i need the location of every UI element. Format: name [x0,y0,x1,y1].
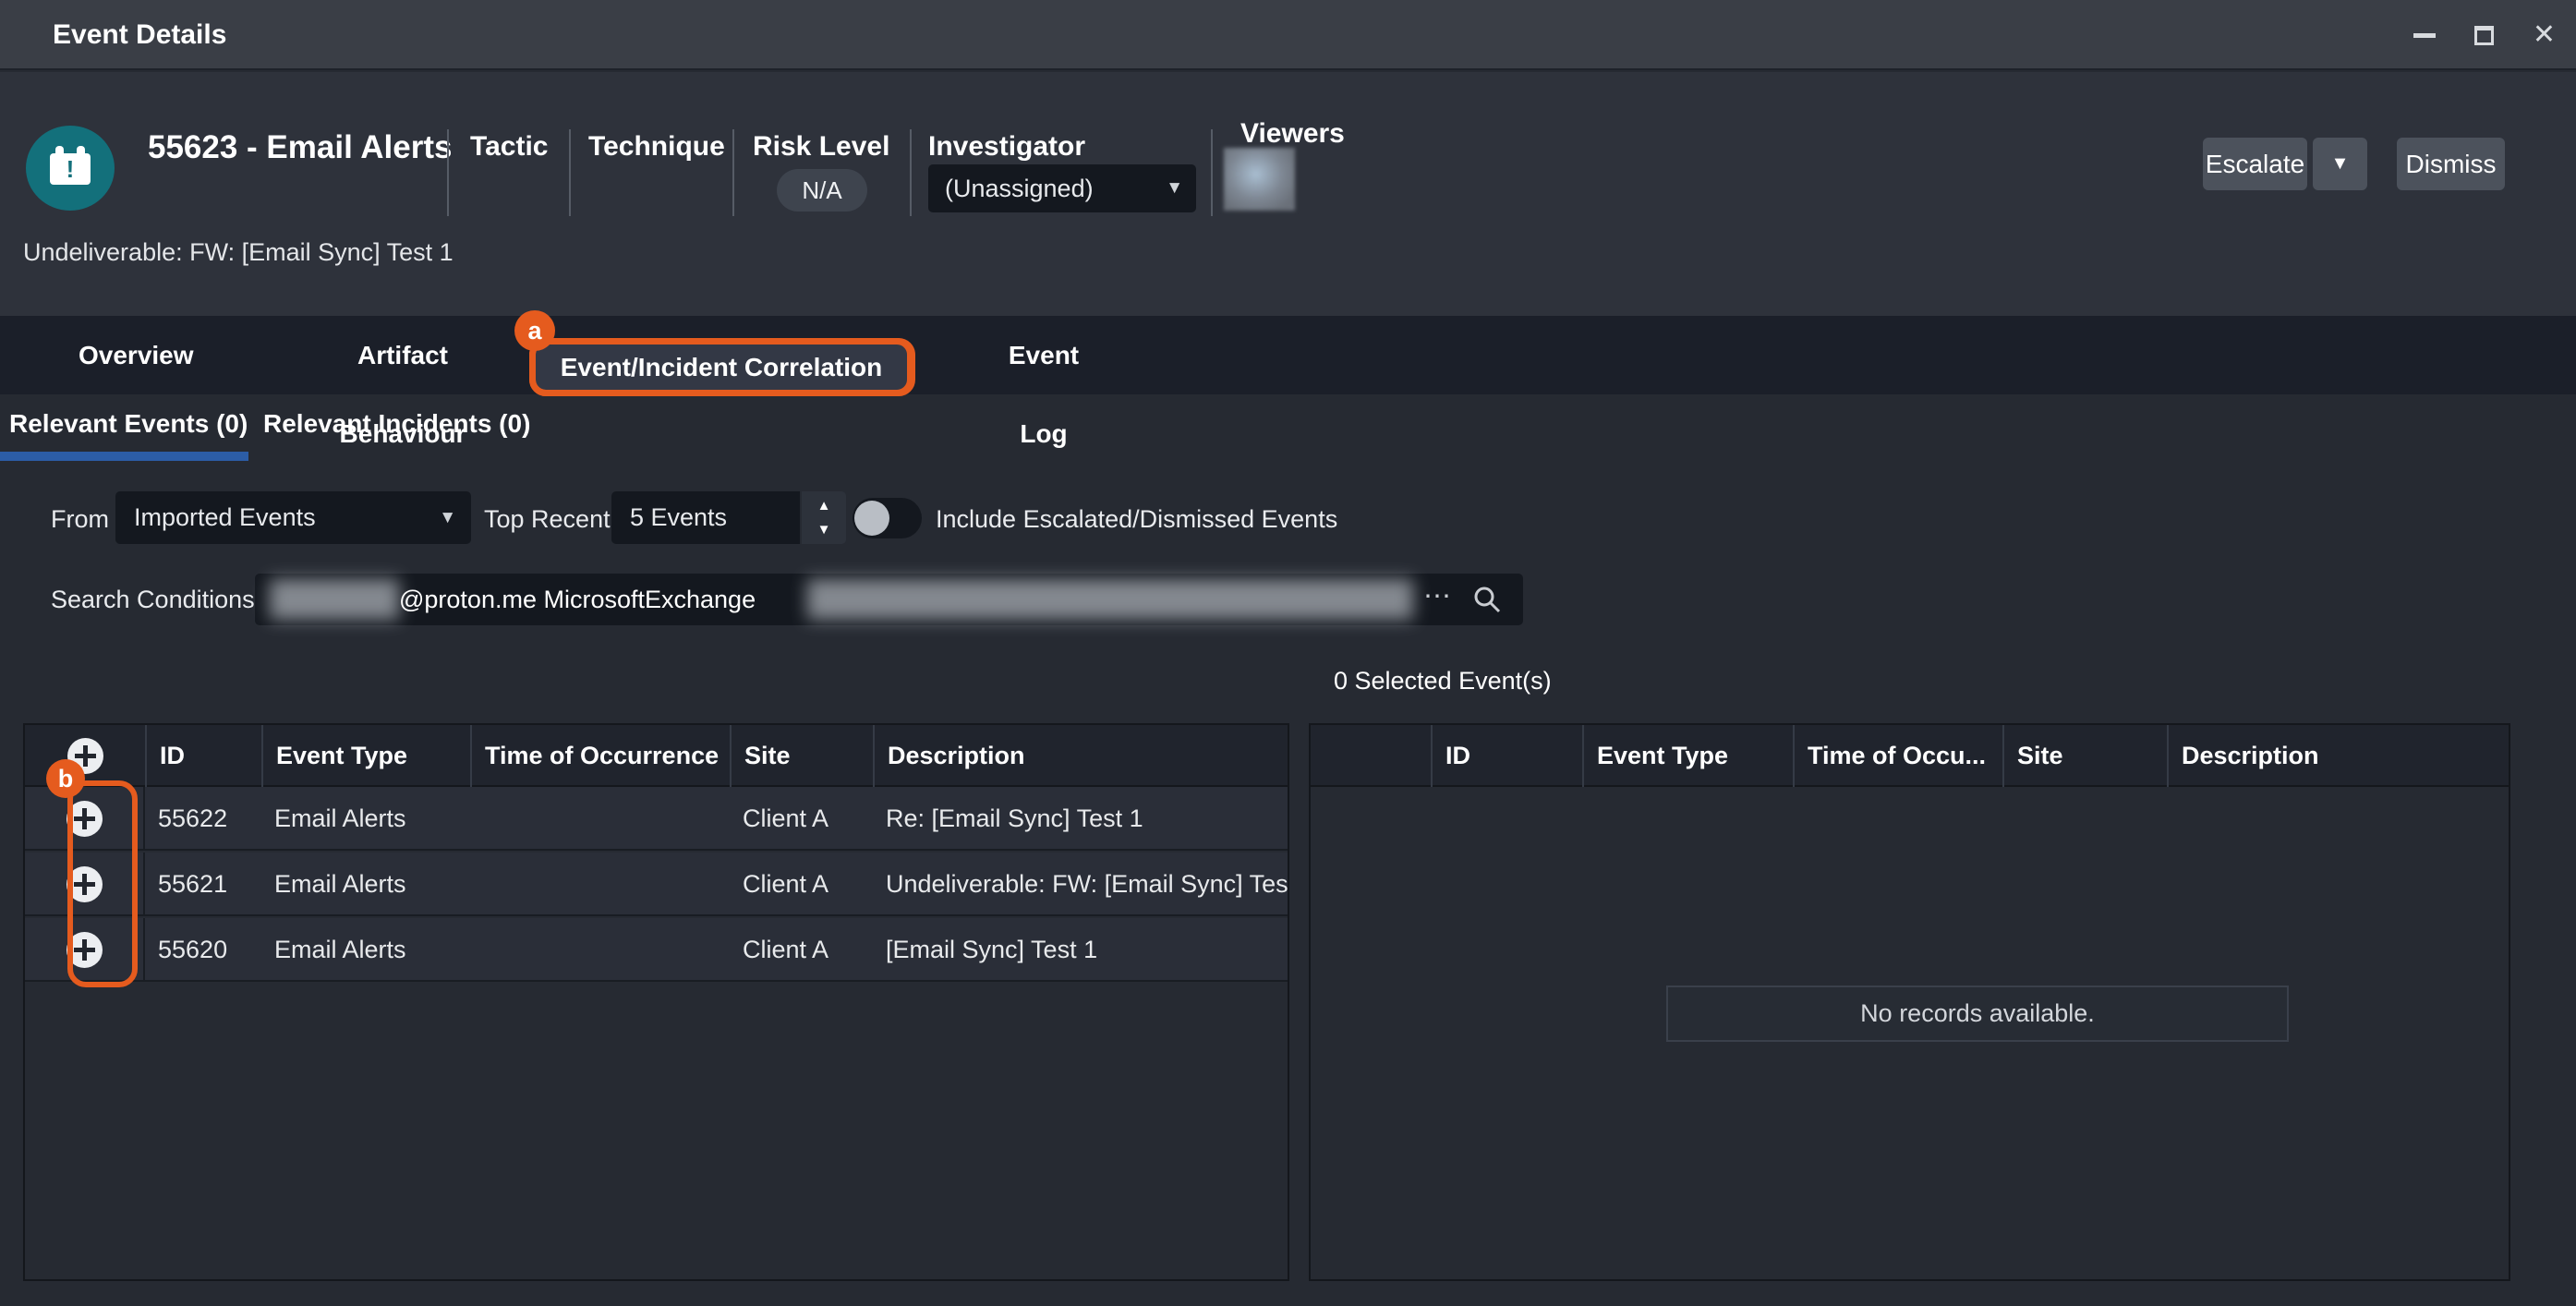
viewers-label: Viewers [1240,118,1345,150]
minimize-icon[interactable] [2413,33,2436,38]
titlebar: Event Details ✕ [0,0,2576,70]
event-header: ! 55623 - Email Alerts Tactic Technique … [0,72,2576,316]
annotation-badge-b: b [46,759,85,798]
subtab-relevant-incidents[interactable]: Relevant Incidents (0) [263,409,530,439]
chevron-down-icon: ▼ [1166,164,1183,212]
search-conditions-text: @proton.me MicrosoftExchange [399,574,756,625]
add-all-column-header[interactable] [25,725,145,787]
chevron-down-icon: ▼ [439,491,456,544]
investigator-select[interactable]: (Unassigned) ▼ [928,164,1196,212]
stepper-down-icon[interactable]: ▼ [802,522,846,538]
window-title: Event Details [53,0,226,70]
cell-event-type: Email Alerts [261,918,470,982]
cell-site: Client A [730,853,873,916]
column-header-description[interactable]: Description [2167,725,2509,787]
risk-level-label: Risk Level [753,131,889,163]
column-header-description[interactable]: Description [873,725,1288,787]
header-divider [1211,129,1213,216]
from-select-value: Imported Events [134,491,316,544]
escalate-button[interactable]: Escalate [2203,138,2307,190]
top-recent-value: 5 Events [630,491,727,544]
search-icon[interactable] [1473,586,1501,613]
cell-time [470,853,730,916]
active-subtab-underline [0,452,248,461]
column-header-site[interactable]: Site [2002,725,2167,787]
annotation-box-b [67,780,138,987]
selected-events-count: 0 Selected Event(s) [1334,667,1552,695]
search-conditions-label: Search Conditions [51,586,255,614]
column-header-time[interactable]: Time of Occu... [1793,725,2002,787]
event-title: 55623 - Email Alerts [148,129,452,166]
search-more-button[interactable]: ⋯ [1423,574,1453,620]
column-header-id[interactable]: ID [1431,725,1582,787]
technique-label: Technique [588,131,725,163]
column-header-id[interactable]: ID [145,725,261,787]
dismiss-button[interactable]: Dismiss [2397,138,2505,190]
header-divider [447,129,449,216]
redacted-text-blur [270,579,399,620]
column-header-time[interactable]: Time of Occurrence [470,725,730,787]
event-calendar-alert-icon: ! [26,126,115,211]
table-row[interactable]: 55620 Email Alerts Client A [Email Sync]… [25,918,1288,982]
cell-id: 55622 [145,787,261,851]
cell-time [470,918,730,982]
escalate-dropdown-button[interactable]: ▼ [2313,138,2367,190]
toggle-knob [854,501,889,536]
cell-description: [Email Sync] Test 1 [873,918,1288,982]
cell-site: Client A [730,787,873,851]
annotation-box-a [529,338,915,396]
from-label: From [51,505,109,534]
include-escalated-label: Include Escalated/Dismissed Events [936,505,1337,534]
selected-events-table: ID Event Type Time of Occu... Site Descr… [1309,723,2510,1281]
close-icon[interactable]: ✕ [2533,21,2556,49]
tab-artifact-behaviour[interactable]: Artifact Behaviour [299,316,506,394]
cell-event-type: Email Alerts [261,853,470,916]
relevant-events-table: ID Event Type Time of Occurrence Site De… [23,723,1289,1281]
tab-bar: Overview Artifact Behaviour Event/Incide… [0,316,2576,394]
no-records-message: No records available. [1666,986,2289,1042]
viewer-avatar [1224,148,1295,211]
top-recent-label: Top Recent [484,505,611,534]
include-escalated-toggle[interactable] [853,498,922,538]
subtab-relevant-events[interactable]: Relevant Events (0) [9,409,248,439]
maximize-icon[interactable] [2474,26,2494,45]
event-details-window: Event Details ✕ ! 55623 - Email Alerts T… [0,0,2576,1306]
table-header-row: ID Event Type Time of Occurrence Site De… [25,725,1288,787]
cell-time [470,787,730,851]
cell-id: 55620 [145,918,261,982]
stepper-up-icon[interactable]: ▲ [802,498,846,514]
investigator-value: (Unassigned) [945,164,1094,212]
table-header-row: ID Event Type Time of Occu... Site Descr… [1311,725,2509,787]
top-recent-input[interactable]: 5 Events [611,491,800,544]
top-recent-stepper: ▲ ▼ [802,491,846,544]
annotation-badge-a: a [514,310,555,351]
tab-overview[interactable]: Overview [79,316,187,394]
investigator-label: Investigator [928,131,1085,163]
table-row[interactable]: 55622 Email Alerts Client A Re: [Email S… [25,787,1288,851]
cell-description: Re: [Email Sync] Test 1 [873,787,1288,851]
redacted-text-blur [807,579,1413,620]
event-subtitle: Undeliverable: FW: [Email Sync] Test 1 [23,238,454,267]
tactic-label: Tactic [470,131,548,163]
table-row[interactable]: 55621 Email Alerts Client A Undeliverabl… [25,853,1288,916]
column-header-empty [1311,725,1431,787]
window-controls: ✕ [2413,0,2556,70]
cell-description: Undeliverable: FW: [Email Sync] Tes [873,853,1288,916]
header-divider [910,129,912,216]
tab-event-log[interactable]: Event Log [989,316,1098,394]
cell-event-type: Email Alerts [261,787,470,851]
column-header-site[interactable]: Site [730,725,873,787]
header-divider [732,129,734,216]
from-select[interactable]: Imported Events ▼ [115,491,471,544]
cell-id: 55621 [145,853,261,916]
column-header-event-type[interactable]: Event Type [1582,725,1793,787]
header-divider [569,129,571,216]
cell-site: Client A [730,918,873,982]
risk-level-value: N/A [777,169,867,212]
search-conditions-input[interactable]: @proton.me MicrosoftExchange ⋯ [255,574,1523,625]
column-header-event-type[interactable]: Event Type [261,725,470,787]
